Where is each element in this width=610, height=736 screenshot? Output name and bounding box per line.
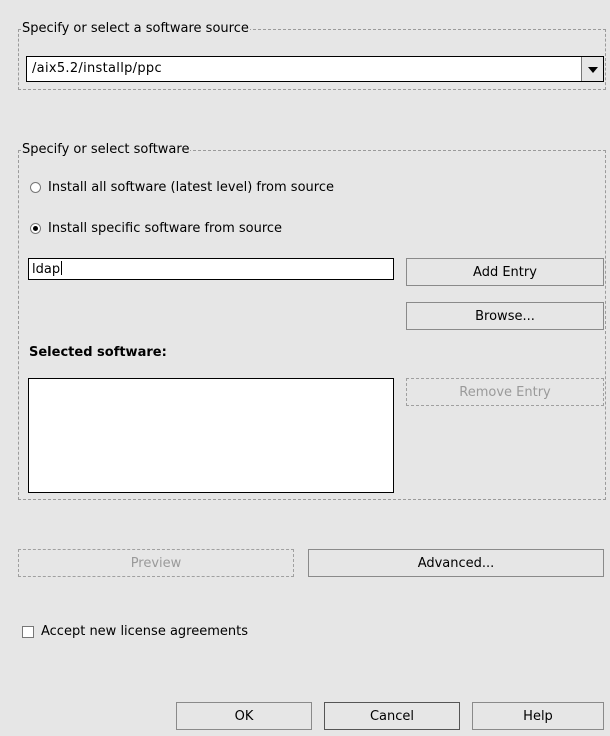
advanced-button[interactable]: Advanced... — [308, 549, 604, 577]
preview-label: Preview — [130, 555, 182, 571]
accept-license-label: Accept new license agreements — [41, 624, 248, 639]
accept-license-checkbox[interactable]: Accept new license agreements — [22, 624, 248, 639]
radio-button-icon[interactable] — [30, 182, 41, 193]
help-button[interactable]: Help — [472, 702, 604, 730]
help-label: Help — [523, 708, 553, 724]
radio-install-all-label: Install all software (latest level) from… — [48, 180, 334, 195]
software-entry-field[interactable]: ldap — [28, 258, 394, 280]
cancel-label: Cancel — [369, 708, 415, 724]
chevron-down-icon[interactable] — [581, 57, 603, 81]
selected-software-list[interactable] — [28, 378, 394, 493]
browse-label: Browse... — [475, 308, 535, 324]
software-source-value: /aix5.2/installp/ppc — [32, 61, 162, 76]
checkbox-icon[interactable] — [22, 625, 34, 638]
remove-entry-label: Remove Entry — [459, 384, 551, 400]
software-source-legend: Specify or select a software source — [22, 21, 249, 36]
add-entry-label: Add Entry — [473, 264, 537, 280]
remove-entry-button[interactable]: Remove Entry — [406, 378, 604, 406]
radio-install-all[interactable]: Install all software (latest level) from… — [30, 180, 334, 195]
browse-button[interactable]: Browse... — [406, 302, 604, 330]
text-caret — [61, 261, 63, 275]
add-entry-button[interactable]: Add Entry — [406, 258, 604, 286]
software-selection-legend: Specify or select software — [22, 142, 190, 157]
selected-software-label: Selected software: — [29, 345, 167, 360]
radio-button-selected-icon[interactable] — [30, 223, 41, 234]
radio-install-specific[interactable]: Install specific software from source — [30, 221, 282, 236]
radio-install-specific-label: Install specific software from source — [48, 221, 283, 236]
preview-button[interactable]: Preview — [18, 549, 294, 577]
software-source-combo[interactable]: /aix5.2/installp/ppc — [26, 56, 604, 82]
software-entry-value: ldap — [32, 262, 61, 277]
ok-button[interactable]: OK — [176, 702, 312, 730]
cancel-button[interactable]: Cancel — [324, 702, 460, 730]
advanced-label: Advanced... — [417, 555, 495, 571]
ok-label: OK — [234, 708, 254, 724]
